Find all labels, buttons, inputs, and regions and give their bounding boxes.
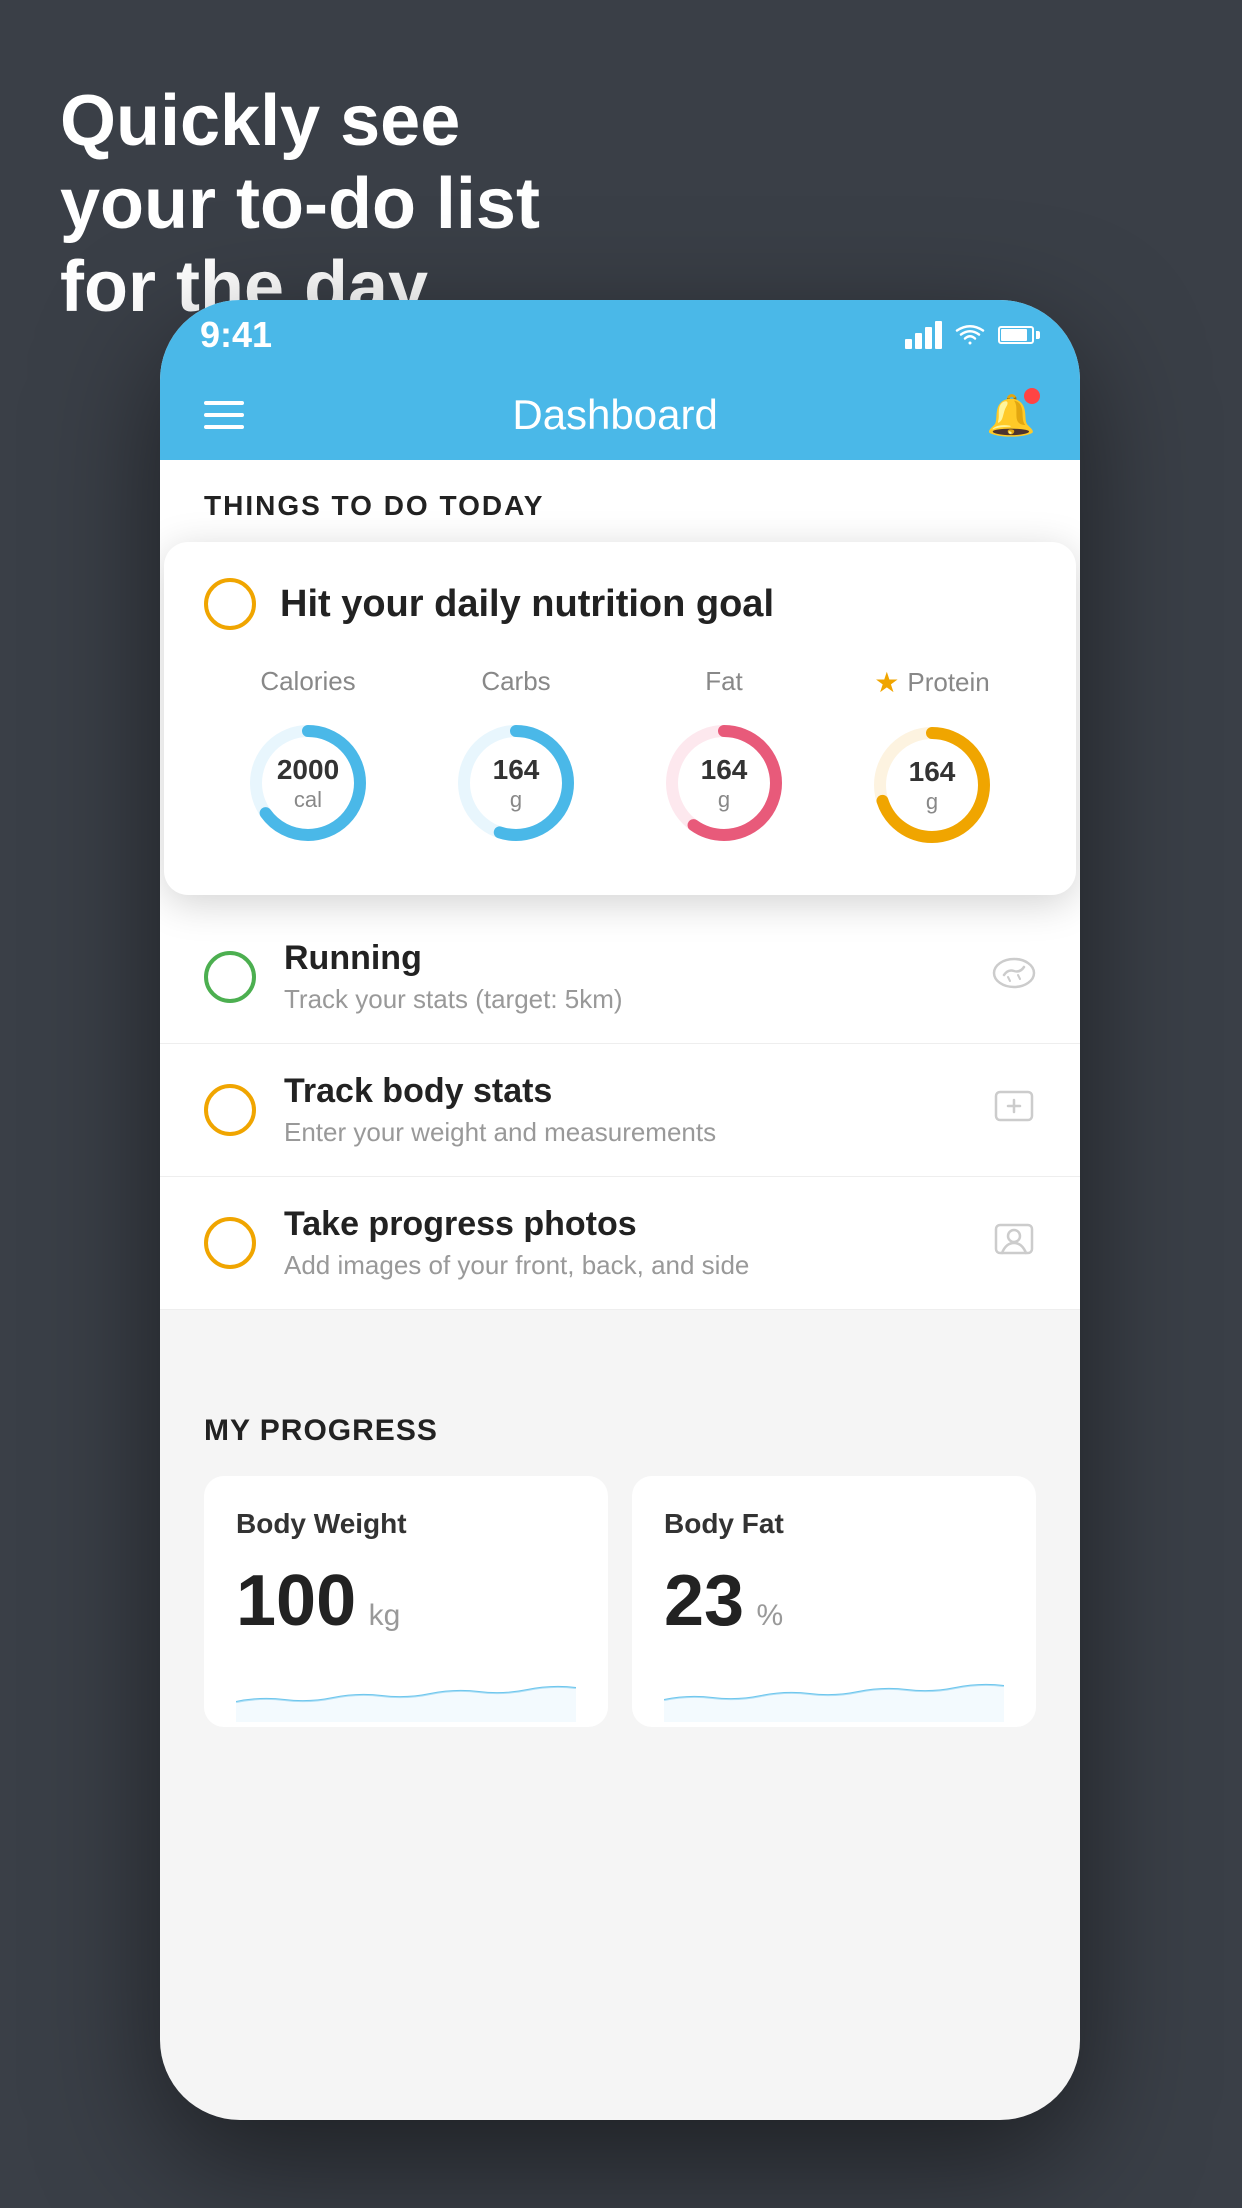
todo-list: Running Track your stats (target: 5km) T…	[160, 911, 1080, 1310]
carbs-donut: 164 g	[446, 713, 586, 853]
calories-donut: 2000 cal	[238, 713, 378, 853]
fat-donut: 164 g	[654, 713, 794, 853]
nutrition-card-title-row: Hit your daily nutrition goal	[204, 578, 1036, 630]
running-icon	[992, 955, 1036, 1000]
protein-label: Protein	[907, 667, 989, 698]
body-stats-checkbox[interactable]	[204, 1084, 256, 1136]
battery-icon	[998, 326, 1040, 344]
fat-col: Fat 164 g	[654, 666, 794, 853]
body-fat-card-title: Body Fat	[664, 1508, 1004, 1540]
running-checkbox[interactable]	[204, 951, 256, 1003]
nutrition-checkbox[interactable]	[204, 578, 256, 630]
menu-button[interactable]	[204, 401, 244, 429]
protein-value: 164	[909, 755, 956, 789]
calories-label: Calories	[260, 666, 355, 697]
status-icons	[905, 321, 1040, 349]
fat-value: 164	[701, 753, 748, 787]
nutrition-card-title: Hit your daily nutrition goal	[280, 583, 774, 626]
scale-icon	[992, 1084, 1036, 1137]
todo-item-running[interactable]: Running Track your stats (target: 5km)	[160, 911, 1080, 1044]
running-title: Running	[284, 939, 964, 978]
calories-value: 2000	[277, 753, 339, 787]
person-icon	[992, 1217, 1036, 1270]
body-fat-card: Body Fat 23 %	[632, 1476, 1036, 1727]
body-fat-unit: %	[757, 1599, 784, 1632]
carbs-unit: g	[493, 787, 540, 813]
carbs-label: Carbs	[481, 666, 550, 697]
todo-item-body-stats[interactable]: Track body stats Enter your weight and m…	[160, 1044, 1080, 1177]
fat-label: Fat	[705, 666, 743, 697]
body-weight-card: Body Weight 100 kg	[204, 1476, 608, 1727]
photos-subtitle: Add images of your front, back, and side	[284, 1250, 964, 1281]
nutrition-columns: Calories 2000 cal	[204, 666, 1036, 855]
body-stats-subtitle: Enter your weight and measurements	[284, 1117, 964, 1148]
photos-text: Take progress photos Add images of your …	[284, 1205, 964, 1281]
star-icon: ★	[874, 666, 899, 699]
carbs-col: Carbs 164 g	[446, 666, 586, 853]
nutrition-card: Hit your daily nutrition goal Calories	[164, 542, 1076, 895]
calories-unit: cal	[277, 787, 339, 813]
things-to-do-label: THINGS TO DO TODAY	[160, 460, 1080, 542]
body-fat-value: 23	[664, 1561, 744, 1641]
protein-col: ★ Protein 164 g	[862, 666, 1002, 855]
status-time: 9:41	[200, 314, 272, 356]
headline-line1: Quickly see	[60, 81, 460, 161]
body-fat-chart	[664, 1662, 1004, 1722]
progress-title: MY PROGRESS	[204, 1414, 1036, 1448]
notification-dot	[1024, 388, 1040, 404]
running-text: Running Track your stats (target: 5km)	[284, 939, 964, 1015]
status-bar: 9:41	[160, 300, 1080, 370]
nav-bar: Dashboard 🔔	[160, 370, 1080, 460]
body-weight-value: 100	[236, 1561, 356, 1641]
wifi-icon	[954, 323, 986, 347]
body-stats-title: Track body stats	[284, 1072, 964, 1111]
photos-checkbox[interactable]	[204, 1217, 256, 1269]
signal-icon	[905, 321, 942, 349]
headline: Quickly see your to-do list for the day.	[60, 80, 540, 328]
photos-title: Take progress photos	[284, 1205, 964, 1244]
nav-title: Dashboard	[512, 391, 717, 439]
body-stats-text: Track body stats Enter your weight and m…	[284, 1072, 964, 1148]
todo-item-photos[interactable]: Take progress photos Add images of your …	[160, 1177, 1080, 1310]
protein-unit: g	[909, 789, 956, 815]
body-weight-card-title: Body Weight	[236, 1508, 576, 1540]
body-weight-value-row: 100 kg	[236, 1560, 576, 1642]
fat-unit: g	[701, 787, 748, 813]
body-weight-unit: kg	[369, 1599, 401, 1632]
progress-section: MY PROGRESS Body Weight 100 kg B	[160, 1370, 1080, 1727]
headline-line2: your to-do list	[60, 164, 540, 244]
protein-label-row: ★ Protein	[874, 666, 990, 699]
phone-mockup: 9:41	[160, 300, 1080, 2120]
body-weight-chart	[236, 1662, 576, 1722]
carbs-value: 164	[493, 753, 540, 787]
body-fat-value-row: 23 %	[664, 1560, 1004, 1642]
protein-donut: 164 g	[862, 715, 1002, 855]
running-subtitle: Track your stats (target: 5km)	[284, 984, 964, 1015]
progress-cards: Body Weight 100 kg Body Fat 23 %	[204, 1476, 1036, 1727]
calories-col: Calories 2000 cal	[238, 666, 378, 853]
notification-bell-button[interactable]: 🔔	[986, 392, 1036, 439]
